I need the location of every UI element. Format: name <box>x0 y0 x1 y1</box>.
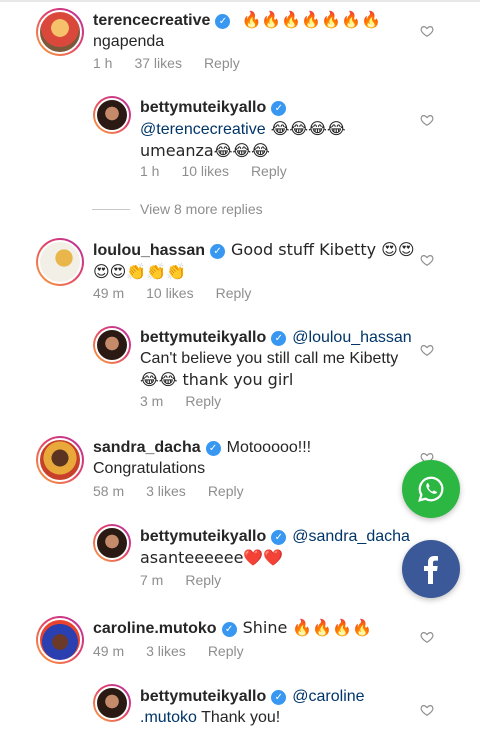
comment-time: 49 m <box>93 643 125 659</box>
verified-badge-icon: ✓ <box>271 331 287 346</box>
comment-text: terencecreative ✓ 🔥🔥🔥🔥🔥🔥🔥 ngapenda <box>93 9 381 52</box>
comment-body-line2: Congratulations <box>93 460 206 477</box>
facebook-icon <box>424 556 438 584</box>
reply-button[interactable]: Reply <box>208 483 244 499</box>
comment-body-line2: asanteeeeee❤️❤️ <box>140 548 284 567</box>
reply-button[interactable]: Reply <box>216 285 252 301</box>
comment-body-line2: ngapenda <box>93 33 165 50</box>
comment-body-line2: Can't believe you still call me Kibetty <box>140 350 399 367</box>
verified-badge-icon: ✓ <box>215 14 231 29</box>
avatar[interactable] <box>36 8 84 56</box>
reply-button[interactable]: Reply <box>208 643 244 659</box>
verified-badge-icon: ✓ <box>210 244 226 259</box>
comment-meta: 7 m Reply <box>140 572 243 588</box>
comment-likes[interactable]: 3 likes <box>146 483 186 499</box>
view-more-replies-button[interactable]: View 8 more replies <box>92 201 263 217</box>
comment-username[interactable]: bettymuteikyallo <box>140 528 266 545</box>
heart-outline-icon[interactable] <box>420 343 434 357</box>
mention-link-continued[interactable]: .mutoko <box>140 709 197 726</box>
facebook-share-button[interactable] <box>402 540 460 598</box>
reply-button[interactable]: Reply <box>185 572 221 588</box>
comment-time: 7 m <box>140 572 164 588</box>
comment-body-line3: 😂😂 thank you girl <box>140 370 294 389</box>
comment-body: 🔥🔥🔥🔥🔥🔥🔥 <box>236 10 381 29</box>
comment-time: 1 h <box>140 163 160 179</box>
comment-username[interactable]: bettymuteikyallo <box>140 99 266 116</box>
heart-outline-icon[interactable] <box>420 253 434 267</box>
reply-text: bettymuteikyallo ✓ @loulou_hassan Can't be… <box>140 327 412 391</box>
verified-badge-icon: ✓ <box>221 622 237 637</box>
avatar[interactable] <box>36 238 84 286</box>
comment-body: Good stuff Kibetty 😍😍 <box>231 240 415 259</box>
reply-button[interactable]: Reply <box>204 55 240 71</box>
comment-meta: 1 h 10 likes Reply <box>140 163 309 179</box>
comment-likes[interactable]: 37 likes <box>134 55 181 71</box>
comment-meta: 58 m 3 likes Reply <box>93 483 266 499</box>
whatsapp-share-button[interactable] <box>402 460 460 518</box>
avatar[interactable] <box>93 326 131 364</box>
comment-meta: 49 m 3 likes Reply <box>93 643 266 659</box>
verified-badge-icon: ✓ <box>205 441 221 456</box>
comment-meta: 49 m 10 likes Reply <box>93 285 273 301</box>
avatar[interactable] <box>36 436 84 484</box>
reply-text: bettymuteikyallo ✓ @terencecreative 😂😂😂😂 … <box>140 97 346 162</box>
reply-button[interactable]: Reply <box>251 163 287 179</box>
comment-time: 3 m <box>140 393 164 409</box>
comment-text: caroline.mutoko ✓ Shine 🔥🔥🔥🔥 <box>93 617 372 639</box>
reply-button[interactable]: Reply <box>185 393 221 409</box>
comment-username[interactable]: bettymuteikyallo <box>140 688 266 705</box>
comment-username[interactable]: terencecreative <box>93 12 210 29</box>
comment-body-line2: umeanza😂😂😂 <box>140 141 270 160</box>
avatar[interactable] <box>93 684 131 722</box>
heart-outline-icon[interactable] <box>420 24 434 38</box>
mention-link[interactable]: @loulou_hassan <box>292 329 411 346</box>
avatar[interactable] <box>93 524 131 562</box>
comment-time: 58 m <box>93 483 125 499</box>
comment-meta: 3 m Reply <box>140 393 243 409</box>
heart-outline-icon[interactable] <box>420 703 434 717</box>
comment-time: 49 m <box>93 285 125 301</box>
comment-likes[interactable]: 10 likes <box>146 285 193 301</box>
comment-text: loulou_hassan ✓ Good stuff Kibetty 😍😍 😍😍👏👏… <box>93 239 415 283</box>
top-divider <box>0 0 480 2</box>
comment-username[interactable]: loulou_hassan <box>93 242 205 259</box>
comment-body-line2: 😍😍👏👏👏 <box>93 262 187 281</box>
comment-username[interactable]: sandra_dacha <box>93 439 201 456</box>
mention-link[interactable]: @terencecreative <box>140 121 266 138</box>
verified-badge-icon: ✓ <box>271 530 287 545</box>
heart-outline-icon[interactable] <box>420 113 434 127</box>
comment-likes[interactable]: 10 likes <box>181 163 228 179</box>
reply-text: bettymuteikyallo ✓ @sandra_dacha asanteeee… <box>140 526 410 569</box>
divider <box>92 208 130 210</box>
view-more-label[interactable]: View 8 more replies <box>140 201 263 217</box>
whatsapp-icon <box>418 476 444 502</box>
heart-outline-icon[interactable] <box>420 630 434 644</box>
comment-time: 1 h <box>93 55 113 71</box>
comment-body-line2: Thank you! <box>196 709 281 726</box>
comment-body: 😂😂😂😂 <box>265 119 346 138</box>
reply-text: bettymuteikyallo ✓ @caroline .mutoko Thank… <box>140 686 365 728</box>
verified-badge-icon: ✓ <box>271 101 287 116</box>
avatar[interactable] <box>36 616 84 664</box>
comment-meta: 1 h 37 likes Reply <box>93 55 262 71</box>
mention-link[interactable]: @caroline <box>292 688 364 705</box>
avatar[interactable] <box>93 96 131 134</box>
comment-body: Motooooo!!! <box>226 439 312 456</box>
comment-body: Shine 🔥🔥🔥🔥 <box>242 618 373 637</box>
comment-likes[interactable]: 3 likes <box>146 643 186 659</box>
comment-username[interactable]: caroline.mutoko <box>93 620 217 637</box>
mention-link[interactable]: @sandra_dacha <box>292 528 410 545</box>
comment-username[interactable]: bettymuteikyallo <box>140 329 266 346</box>
verified-badge-icon: ✓ <box>271 690 287 705</box>
comment-text: sandra_dacha ✓ Motooooo!!! Congratulations <box>93 437 311 479</box>
